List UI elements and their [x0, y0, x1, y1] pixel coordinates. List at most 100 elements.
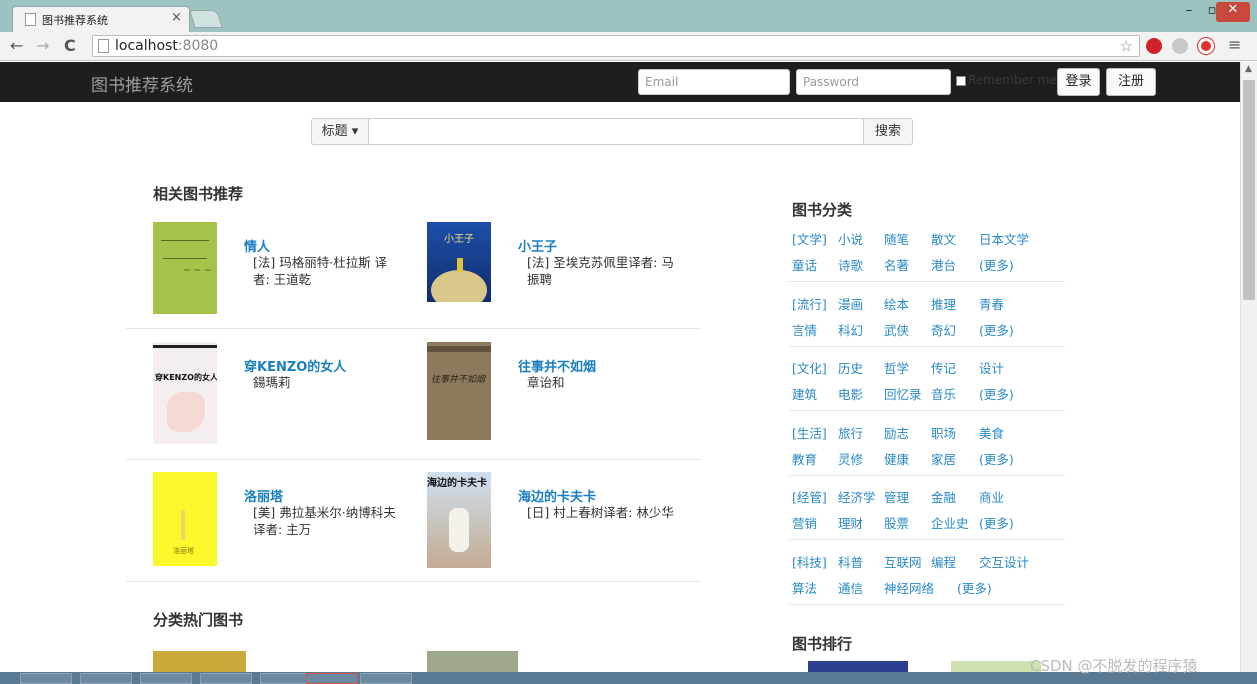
reload-icon[interactable]: C [64, 36, 76, 55]
category-link[interactable]: 回忆录 [884, 384, 922, 403]
category-group-label[interactable]: [文化] [792, 358, 827, 377]
category-link[interactable]: 算法 [792, 578, 817, 597]
category-link[interactable]: 股票 [884, 513, 909, 532]
category-link[interactable]: 商业 [979, 487, 1004, 506]
category-link[interactable]: 灵修 [838, 449, 863, 468]
register-button[interactable]: 注册 [1106, 68, 1156, 96]
category-link[interactable]: (更多) [979, 384, 1014, 403]
email-field[interactable] [638, 69, 790, 95]
login-button[interactable]: 登录 [1057, 68, 1100, 96]
category-link[interactable]: 随笔 [884, 229, 909, 248]
category-link[interactable]: 旅行 [838, 423, 863, 442]
category-link[interactable]: 管理 [884, 487, 909, 506]
minimize-icon[interactable]: – [1178, 3, 1200, 18]
book-item[interactable]: 穿KENZO的女人 穿KENZO的女人 鍚瑪莉 [153, 342, 433, 444]
book-title[interactable]: 小王子 [518, 236, 557, 255]
scrollbar-thumb[interactable] [1243, 80, 1255, 300]
taskbar-item[interactable] [260, 673, 312, 684]
category-link[interactable]: 推理 [931, 294, 956, 313]
book-item[interactable]: ~ ~ ~ 情人 [法] 玛格丽特·杜拉斯 译者: 王道乾 [153, 222, 433, 322]
category-link[interactable]: (更多) [979, 513, 1014, 532]
category-link[interactable]: 励志 [884, 423, 909, 442]
category-link[interactable]: 历史 [838, 358, 863, 377]
category-link[interactable]: 经济学 [838, 487, 876, 506]
category-link[interactable]: 日本文学 [979, 229, 1029, 248]
book-title[interactable]: 海边的卡夫卡 [518, 486, 596, 505]
back-arrow-icon[interactable]: ← [10, 36, 23, 55]
forward-arrow-icon[interactable]: → [36, 36, 49, 55]
category-group-label[interactable]: [流行] [792, 294, 827, 313]
category-link[interactable]: 哲学 [884, 358, 909, 377]
category-link[interactable]: 言情 [792, 320, 817, 339]
extension-target-icon[interactable] [1198, 38, 1214, 54]
category-link[interactable]: 诗歌 [838, 255, 863, 274]
book-item[interactable]: 小王子 小王子 [法] 圣埃克苏佩里译者: 马振聘 [427, 222, 707, 322]
book-title[interactable]: 洛丽塔 [244, 486, 283, 505]
category-link[interactable]: 营销 [792, 513, 817, 532]
book-cover-image[interactable]: 洛丽塔 [153, 472, 217, 566]
category-link[interactable]: 美食 [979, 423, 1004, 442]
category-link[interactable]: 漫画 [838, 294, 863, 313]
book-cover-image[interactable] [951, 661, 1041, 672]
category-link[interactable]: 职场 [931, 423, 956, 442]
category-link[interactable]: 童话 [792, 255, 817, 274]
book-cover-image[interactable]: 海边的卡夫卡 [427, 472, 491, 568]
category-link[interactable]: 通信 [838, 578, 863, 597]
category-group-label[interactable]: [文学] [792, 229, 827, 248]
category-group-label[interactable]: [生活] [792, 423, 827, 442]
category-link[interactable]: 企业史 [931, 513, 969, 532]
category-link[interactable]: 建筑 [792, 384, 817, 403]
category-link[interactable]: 青春 [979, 294, 1004, 313]
category-link[interactable]: 理财 [838, 513, 863, 532]
site-brand[interactable]: 图书推荐系统 [91, 71, 193, 96]
category-link[interactable]: 编程 [931, 552, 956, 571]
category-link[interactable]: (更多) [979, 320, 1014, 339]
book-cover-image[interactable]: 小王子 [427, 222, 491, 302]
tab-close-icon[interactable]: × [171, 10, 182, 25]
category-link[interactable]: 传记 [931, 358, 956, 377]
bookmark-star-icon[interactable]: ☆ [1120, 37, 1133, 55]
category-link[interactable]: 科幻 [838, 320, 863, 339]
book-cover-image[interactable]: 往事并不如烟 [427, 342, 491, 440]
category-link[interactable]: 神经网络 [884, 578, 934, 597]
taskbar-item[interactable] [360, 673, 412, 684]
category-link[interactable]: (更多) [957, 578, 992, 597]
extension-icon[interactable] [1172, 38, 1188, 54]
category-link[interactable]: 交互设计 [979, 552, 1029, 571]
search-button[interactable]: 搜索 [863, 118, 913, 145]
category-link[interactable]: 金融 [931, 487, 956, 506]
taskbar-item[interactable] [80, 673, 132, 684]
category-group-label[interactable]: [经管] [792, 487, 827, 506]
book-title[interactable]: 情人 [244, 236, 270, 255]
category-link[interactable]: 健康 [884, 449, 909, 468]
category-link[interactable]: 互联网 [884, 552, 922, 571]
category-link[interactable]: 电影 [838, 384, 863, 403]
taskbar-item[interactable] [306, 673, 358, 684]
page-scrollbar[interactable]: ▲ [1240, 62, 1257, 672]
category-link[interactable]: (更多) [979, 255, 1014, 274]
search-input[interactable] [368, 118, 864, 145]
book-title[interactable]: 往事并不如烟 [518, 356, 596, 375]
book-item[interactable]: 海边的卡夫卡 海边的卡夫卡 [日] 村上春树译者: 林少华 [427, 472, 707, 572]
search-field-dropdown[interactable]: 标题 ▾ [311, 118, 369, 145]
category-link[interactable]: 音乐 [931, 384, 956, 403]
category-link[interactable]: 武侠 [884, 320, 909, 339]
opera-extension-icon[interactable] [1146, 38, 1162, 54]
browser-tab[interactable]: 图书推荐系统 × [12, 6, 190, 32]
taskbar-item[interactable] [200, 673, 252, 684]
scroll-up-icon[interactable]: ▲ [1245, 64, 1252, 74]
category-link[interactable]: 散文 [931, 229, 956, 248]
book-item[interactable]: 洛丽塔 洛丽塔 [美] 弗拉基米尔·纳博科夫 译者: 主万 [153, 472, 433, 572]
category-link[interactable]: (更多) [979, 449, 1014, 468]
password-field[interactable] [796, 69, 951, 95]
taskbar-item[interactable] [140, 673, 192, 684]
remember-me-checkbox[interactable] [956, 76, 966, 86]
book-cover-image[interactable] [808, 661, 908, 672]
taskbar-item[interactable] [20, 673, 72, 684]
category-link[interactable]: 绘本 [884, 294, 909, 313]
book-cover-image[interactable] [427, 651, 518, 672]
category-link[interactable]: 名著 [884, 255, 909, 274]
book-cover-image[interactable]: 穿KENZO的女人 [153, 342, 217, 444]
category-link[interactable]: 设计 [979, 358, 1004, 377]
window-close-icon[interactable]: ✕ [1216, 2, 1250, 22]
